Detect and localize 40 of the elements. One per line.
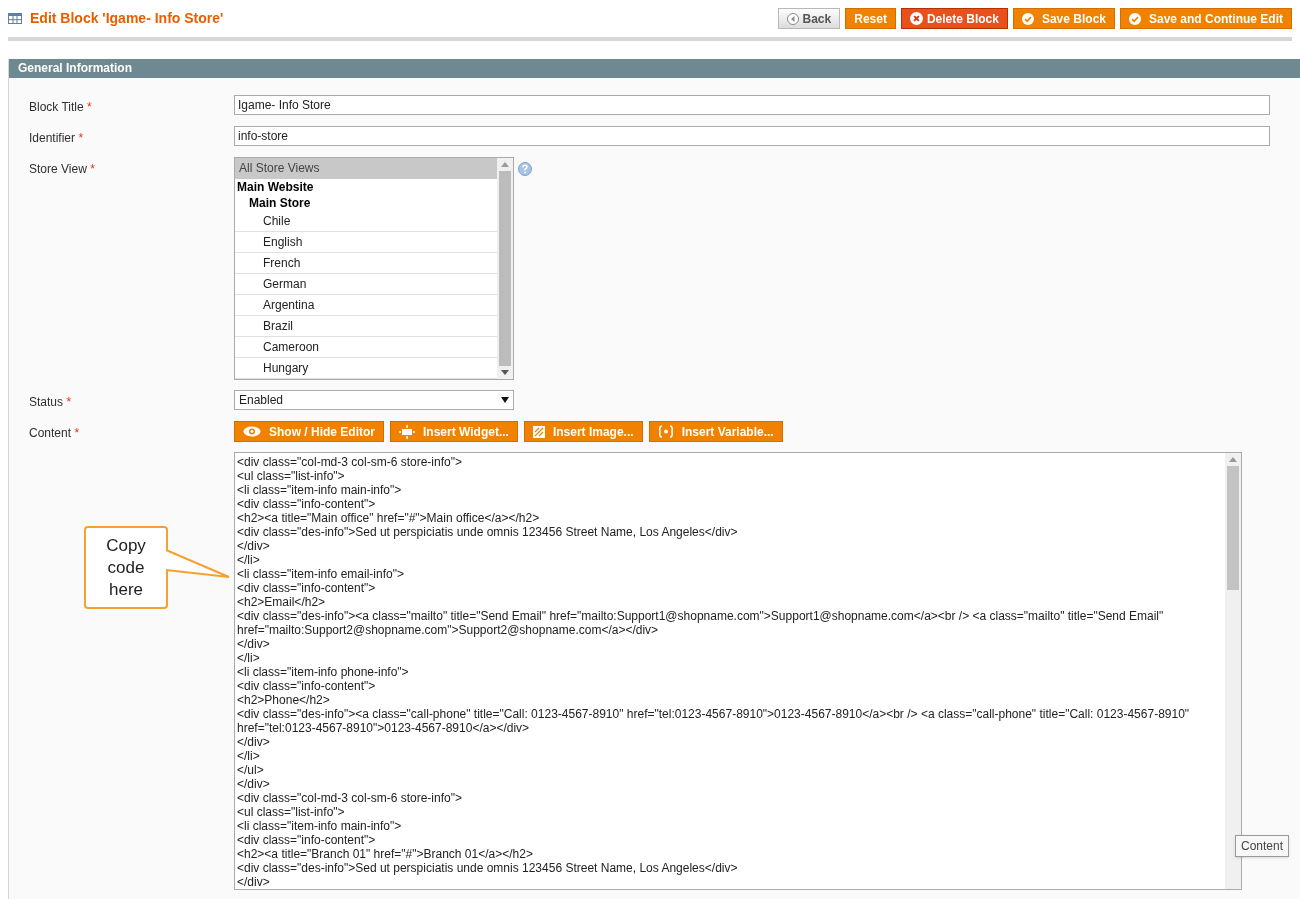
text-input-field[interactable]: info-store: [234, 126, 1270, 146]
scrollbar-thumb[interactable]: [499, 171, 511, 366]
scroll-up-arrow-icon[interactable]: [501, 162, 509, 167]
scrollbar-thumb[interactable]: [1227, 466, 1239, 590]
text-input-field[interactable]: Igame- Info Store: [234, 95, 1270, 115]
check-circle-icon: [1021, 12, 1034, 25]
required-mark: *: [87, 100, 92, 114]
back-button[interactable]: Back: [777, 8, 841, 29]
section-header: General Information: [9, 59, 1300, 78]
field-label: Identifier: [29, 131, 76, 145]
required-mark: *: [78, 131, 84, 145]
page-title: Edit Block 'Igame- Info Store': [30, 9, 224, 28]
status-select[interactable]: Enabled: [234, 390, 514, 410]
image-icon: [532, 425, 545, 438]
dropdown-caret-icon: [501, 397, 509, 403]
eye-icon: [243, 426, 261, 437]
tooltip: Content: [1235, 835, 1290, 857]
help-icon[interactable]: [518, 162, 532, 176]
grid-icon: [8, 13, 22, 24]
scrollbar[interactable]: [497, 158, 513, 379]
scrollbar[interactable]: [1225, 453, 1241, 889]
delete-button[interactable]: Delete Block: [900, 8, 1008, 29]
store-group-label: Main Website: [236, 179, 315, 195]
scroll-down-arrow-icon[interactable]: [501, 370, 509, 375]
variable-icon: [657, 425, 674, 438]
field-label: Content: [29, 426, 72, 440]
close-circle-icon: [909, 12, 923, 25]
field-label: Block Title: [29, 100, 84, 114]
scroll-up-arrow-icon[interactable]: [1229, 457, 1237, 462]
store-view-option[interactable]: All Store Views: [235, 158, 497, 179]
field-label: Store View: [29, 162, 87, 176]
required-mark: *: [66, 395, 72, 409]
callout-bubble: Copy code here: [84, 526, 168, 609]
widget-icon: [399, 424, 415, 439]
required-mark: *: [90, 162, 95, 176]
store-subgroup-label: Main Store: [248, 195, 312, 211]
code-text: <div class="col-md-3 col-sm-6 store-info"> <ul class="list-info"> <li class="item-info main-info"> <div class="info-content"> <h2><a title="Main office" href="#">Main office</a></h2> <div class="des-info">Sed ut perspiciatis unde omnis 123456 Street Name, Los Angeles</div> </div> </li> <li class="item-info email-info"> <div class="info-content"> <h2>Email</h2> <div class="des-info"><a class="mailto" title="Send Email" href="mailto:Support1@shopname.com">Support1@shopname.com</a><br /> <a class="mailto" title="Send Email" href="mailto:Support2@shopname.com">Support2@shopname.com</a></div> </div> </li> <li class="item-info phone-info"> <div class="info-content"> <h2>Phone</h2> <div class="des-info"><a class="call-phone" title="Call: 0123-4567-8910" href="tel:0123-4567-8910">0123-4567-8910</a><br /> <a class="call-phone" title="Call: 0123-4567-8910" href="tel:0123-4567-8910">0123-4567-8910</a></div> </div> </li> </ul> </div> <div class="col-md-3 col-sm-6 store-info"> <ul class="list-info"> <li class="item-info main-info"> <div class="info-content"> <h2><a title="Branch 01" href="#">Branch 01</a></h2> <div class="des-info">Sed ut perspiciatis unde omnis 123456 Street Name, Los Angeles</div> </div>: [236, 454, 1191, 889]
check-circle-icon: [1129, 12, 1141, 25]
field-label: Status: [29, 395, 64, 409]
required-mark: *: [74, 426, 80, 440]
